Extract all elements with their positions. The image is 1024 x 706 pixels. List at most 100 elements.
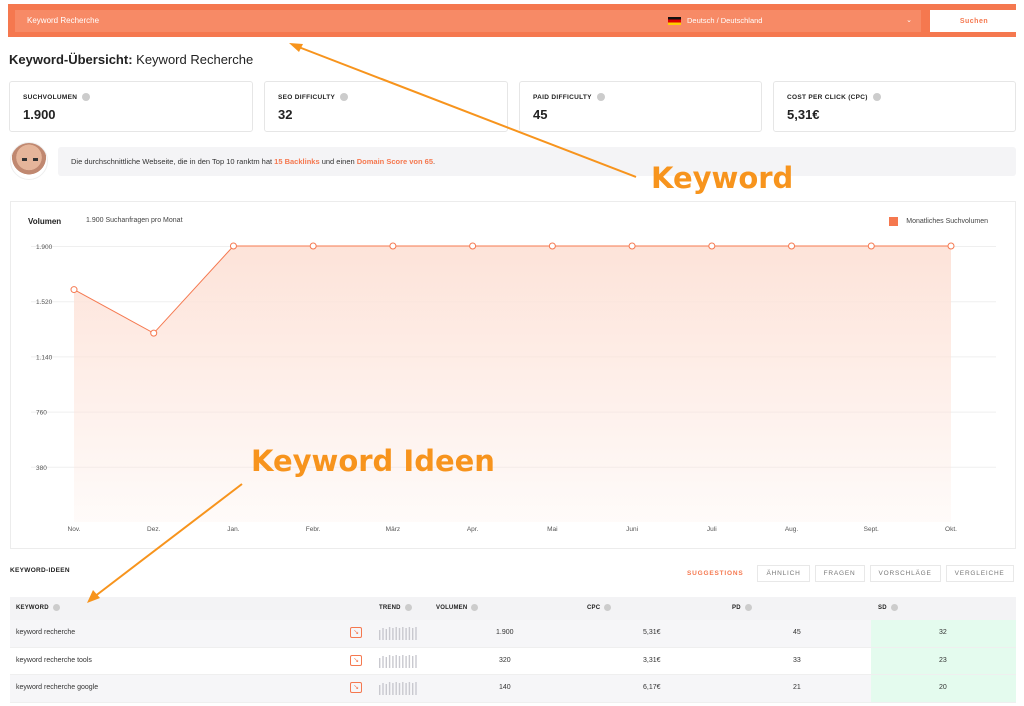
search-button[interactable]: Suchen bbox=[930, 10, 1018, 32]
trend-bar bbox=[388, 654, 391, 668]
tip-domain-score: Domain Score von 65 bbox=[356, 157, 434, 166]
data-point bbox=[469, 242, 477, 250]
y-tick-label: 760 bbox=[36, 410, 47, 417]
tip-text: . bbox=[433, 157, 436, 166]
trend-bar bbox=[392, 628, 394, 640]
data-point bbox=[708, 242, 716, 250]
tab-vorschlaege[interactable]: VORSCHLÄGE bbox=[869, 565, 941, 582]
page-title-keyword: Keyword Recherche bbox=[136, 52, 254, 67]
trend-bar bbox=[405, 683, 407, 695]
trend-bar bbox=[385, 684, 387, 695]
table-row[interactable]: keyword recherche tools ↘ 320 3,31€ 33 2… bbox=[10, 647, 1016, 675]
trend-bar bbox=[402, 654, 404, 668]
tab-vergleiche[interactable]: VERGLEICHE bbox=[945, 565, 1014, 582]
keyword-ideas-title: KEYWORD-IDEEN bbox=[10, 567, 70, 574]
page-title: Keyword-Übersicht: Keyword Recherche bbox=[9, 52, 253, 67]
info-icon[interactable] bbox=[872, 93, 881, 101]
info-icon[interactable] bbox=[596, 93, 605, 101]
cell-pd: 21 bbox=[793, 684, 801, 691]
open-keyword-icon[interactable]: ↘ bbox=[350, 654, 362, 666]
metric-card-search-volume: SUCHVOLUMEN 1.900 bbox=[9, 81, 253, 132]
trend-bar bbox=[382, 683, 384, 695]
y-tick-label: 1.140 bbox=[36, 354, 53, 361]
metric-value: 5,31€ bbox=[787, 107, 820, 122]
col-cpc[interactable]: CPC bbox=[587, 604, 612, 611]
cell-keyword[interactable]: keyword recherche bbox=[16, 629, 75, 636]
info-icon[interactable] bbox=[604, 604, 612, 611]
open-keyword-icon[interactable]: ↘ bbox=[350, 682, 362, 693]
cell-pd: 33 bbox=[793, 656, 801, 664]
cell-pd: 45 bbox=[793, 629, 801, 636]
trend-bar bbox=[379, 685, 381, 695]
metric-value: 45 bbox=[533, 107, 548, 122]
search-bar: Keyword Recherche Deutsch / Deutschland … bbox=[8, 4, 1018, 37]
x-tick-label: Dez. bbox=[147, 526, 161, 533]
cell-keyword[interactable]: keyword recherche tools bbox=[16, 657, 92, 664]
page-title-prefix: Keyword-Übersicht: bbox=[9, 52, 133, 67]
trend-bar bbox=[395, 627, 397, 640]
trend-bar bbox=[398, 683, 401, 695]
tip-box: Die durchschnittliche Webseite, die in d… bbox=[58, 147, 1016, 176]
trend-bar bbox=[395, 682, 397, 695]
col-pd[interactable]: PD bbox=[732, 604, 752, 611]
trend-bar bbox=[412, 655, 414, 668]
tab-fragen[interactable]: FRAGEN bbox=[814, 565, 865, 582]
avatar bbox=[10, 142, 48, 180]
info-icon[interactable] bbox=[744, 604, 752, 611]
trend-bar bbox=[408, 654, 411, 668]
data-point bbox=[947, 242, 955, 250]
info-icon[interactable] bbox=[471, 604, 479, 611]
tip-backlinks: 15 Backlinks bbox=[274, 157, 320, 166]
col-volume[interactable]: VOLUMEN bbox=[436, 604, 479, 611]
x-tick-label: Sept. bbox=[864, 526, 879, 533]
tip-text: und einen bbox=[319, 157, 357, 166]
y-tick-label: 1.900 bbox=[36, 244, 53, 251]
trend-bar bbox=[395, 654, 397, 668]
cell-cpc: 5,31€ bbox=[643, 629, 661, 636]
info-icon[interactable] bbox=[82, 93, 91, 101]
cell-sd: 23 bbox=[939, 656, 947, 664]
metric-label: PAID DIFFICULTY bbox=[533, 93, 592, 101]
open-keyword-icon[interactable]: ↘ bbox=[350, 627, 362, 638]
metric-label: SUCHVOLUMEN bbox=[23, 93, 78, 101]
x-tick-label: März bbox=[386, 526, 400, 533]
cell-sd: 20 bbox=[939, 684, 947, 691]
x-tick-label: Okt. bbox=[945, 526, 957, 533]
tab-aehnlich[interactable]: ÄHNLICH bbox=[757, 565, 810, 582]
trend-bar bbox=[402, 627, 404, 640]
metric-card-paid-difficulty: PAID DIFFICULTY 45 bbox=[519, 81, 762, 132]
series-area bbox=[74, 246, 951, 522]
cell-sd: 32 bbox=[939, 629, 947, 636]
trend-bar bbox=[415, 627, 417, 640]
metric-card-seo-difficulty: SEO DIFFICULTY 32 bbox=[264, 81, 508, 132]
trend-bar bbox=[412, 628, 414, 640]
table-row[interactable]: keyword recherche ↘ 1.900 5,31€ 45 32 bbox=[10, 620, 1016, 648]
col-keyword[interactable]: KEYWORD bbox=[16, 604, 60, 611]
info-icon[interactable] bbox=[340, 93, 349, 101]
trend-bar bbox=[382, 655, 384, 668]
table-row[interactable]: keyword recherche google ↘ 140 6,17€ 21 … bbox=[10, 675, 1016, 703]
x-tick-label: Jan. bbox=[227, 526, 239, 533]
info-icon[interactable] bbox=[52, 604, 60, 611]
data-point bbox=[867, 242, 875, 250]
data-point bbox=[389, 242, 397, 250]
data-point bbox=[309, 242, 317, 250]
info-icon[interactable] bbox=[404, 604, 412, 611]
language-select[interactable]: Deutsch / Deutschland ⌄ bbox=[668, 10, 918, 32]
col-sd[interactable]: SD bbox=[878, 604, 898, 611]
chevron-down-icon: ⌄ bbox=[906, 17, 912, 24]
trend-sparkline bbox=[379, 627, 417, 640]
data-point bbox=[788, 242, 796, 250]
cell-volume: 140 bbox=[499, 684, 511, 691]
cell-keyword[interactable]: keyword recherche google bbox=[16, 684, 98, 691]
metric-label: COST PER CLICK (CPC) bbox=[787, 93, 868, 101]
trend-bar bbox=[382, 628, 384, 640]
col-trend[interactable]: TREND bbox=[379, 604, 412, 611]
x-tick-label: Apr. bbox=[467, 526, 479, 533]
tab-suggestions[interactable]: SUGGESTIONS bbox=[678, 565, 753, 582]
x-tick-label: Juli bbox=[707, 526, 717, 533]
language-label: Deutsch / Deutschland bbox=[687, 16, 763, 25]
data-point bbox=[150, 329, 158, 337]
annotation-keyword: Keyword bbox=[651, 161, 794, 195]
info-icon[interactable] bbox=[890, 604, 898, 611]
